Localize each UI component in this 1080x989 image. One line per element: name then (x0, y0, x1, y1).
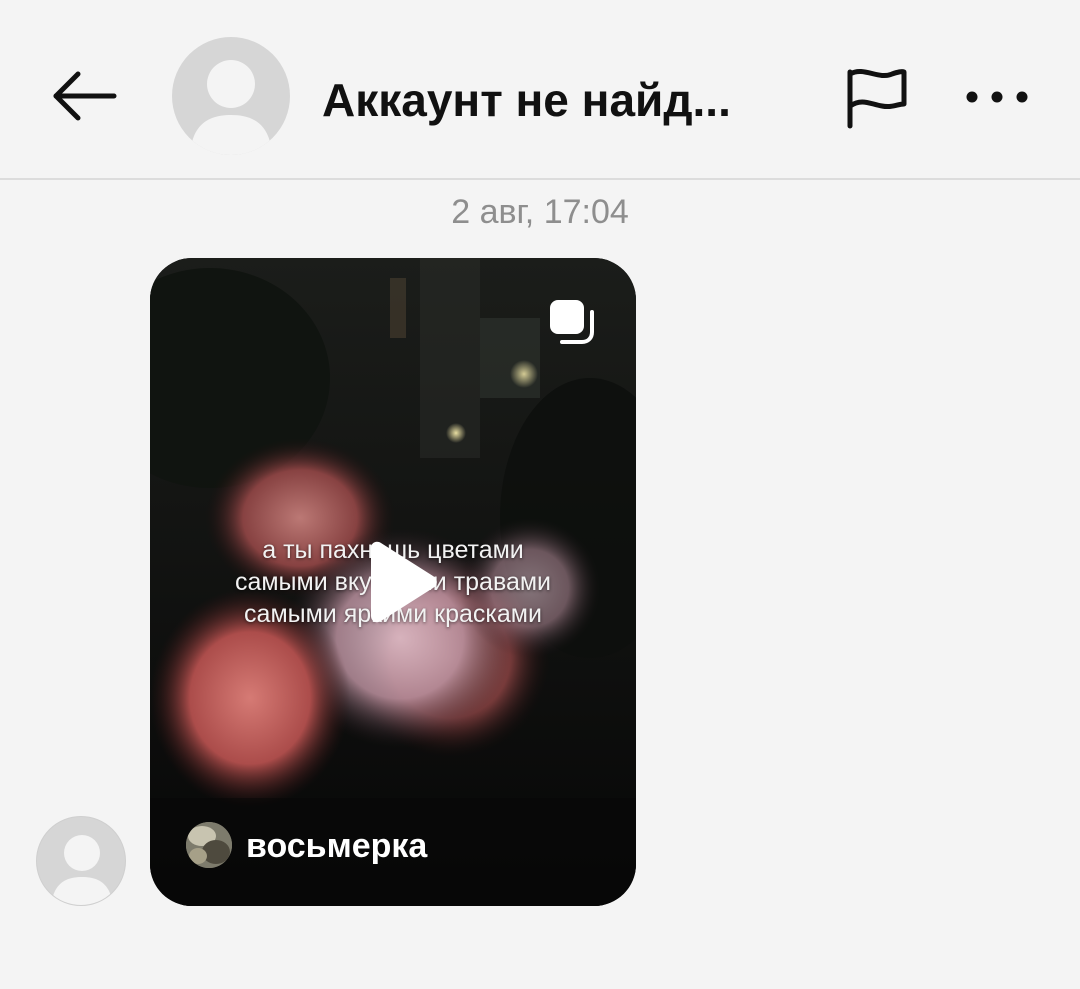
arrow-left-icon (53, 71, 117, 121)
reel-author-name[interactable]: восьмерка (246, 826, 427, 866)
carousel-icon (546, 296, 598, 348)
shared-reel-card[interactable]: а ты пахнешь цветами самыми вкусными тра… (150, 258, 636, 906)
play-icon[interactable] (359, 540, 439, 624)
more-horizontal-icon (966, 91, 1028, 103)
back-button[interactable] (50, 66, 120, 126)
user-placeholder-icon (190, 60, 272, 155)
sender-avatar[interactable] (36, 816, 126, 906)
author-avatar-image (186, 822, 232, 868)
flag-icon (847, 68, 907, 129)
contact-avatar[interactable] (172, 37, 290, 155)
author-avatar[interactable] (186, 822, 232, 868)
message-timestamp: 2 авг, 17:04 (451, 193, 629, 231)
more-options-button[interactable] (962, 80, 1032, 114)
chat-header: Аккаунт не найд... (0, 0, 1080, 180)
report-button[interactable] (842, 62, 912, 132)
user-placeholder-icon (51, 835, 113, 905)
chat-title[interactable]: Аккаунт не найд... (322, 74, 792, 126)
